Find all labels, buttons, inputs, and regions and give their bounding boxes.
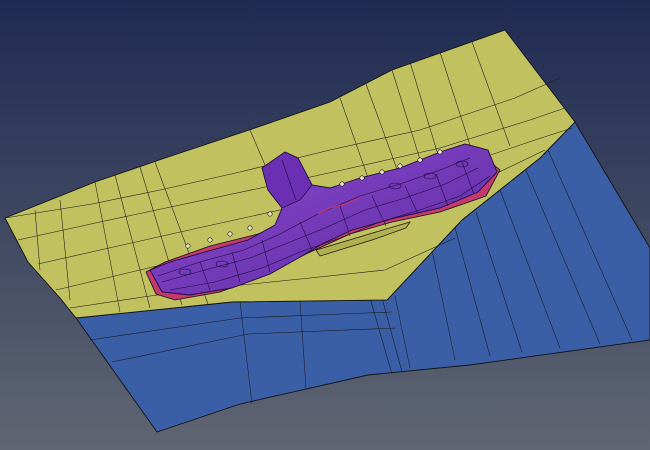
cad-3d-viewport[interactable] — [0, 0, 650, 450]
model-canvas[interactable] — [0, 0, 650, 450]
